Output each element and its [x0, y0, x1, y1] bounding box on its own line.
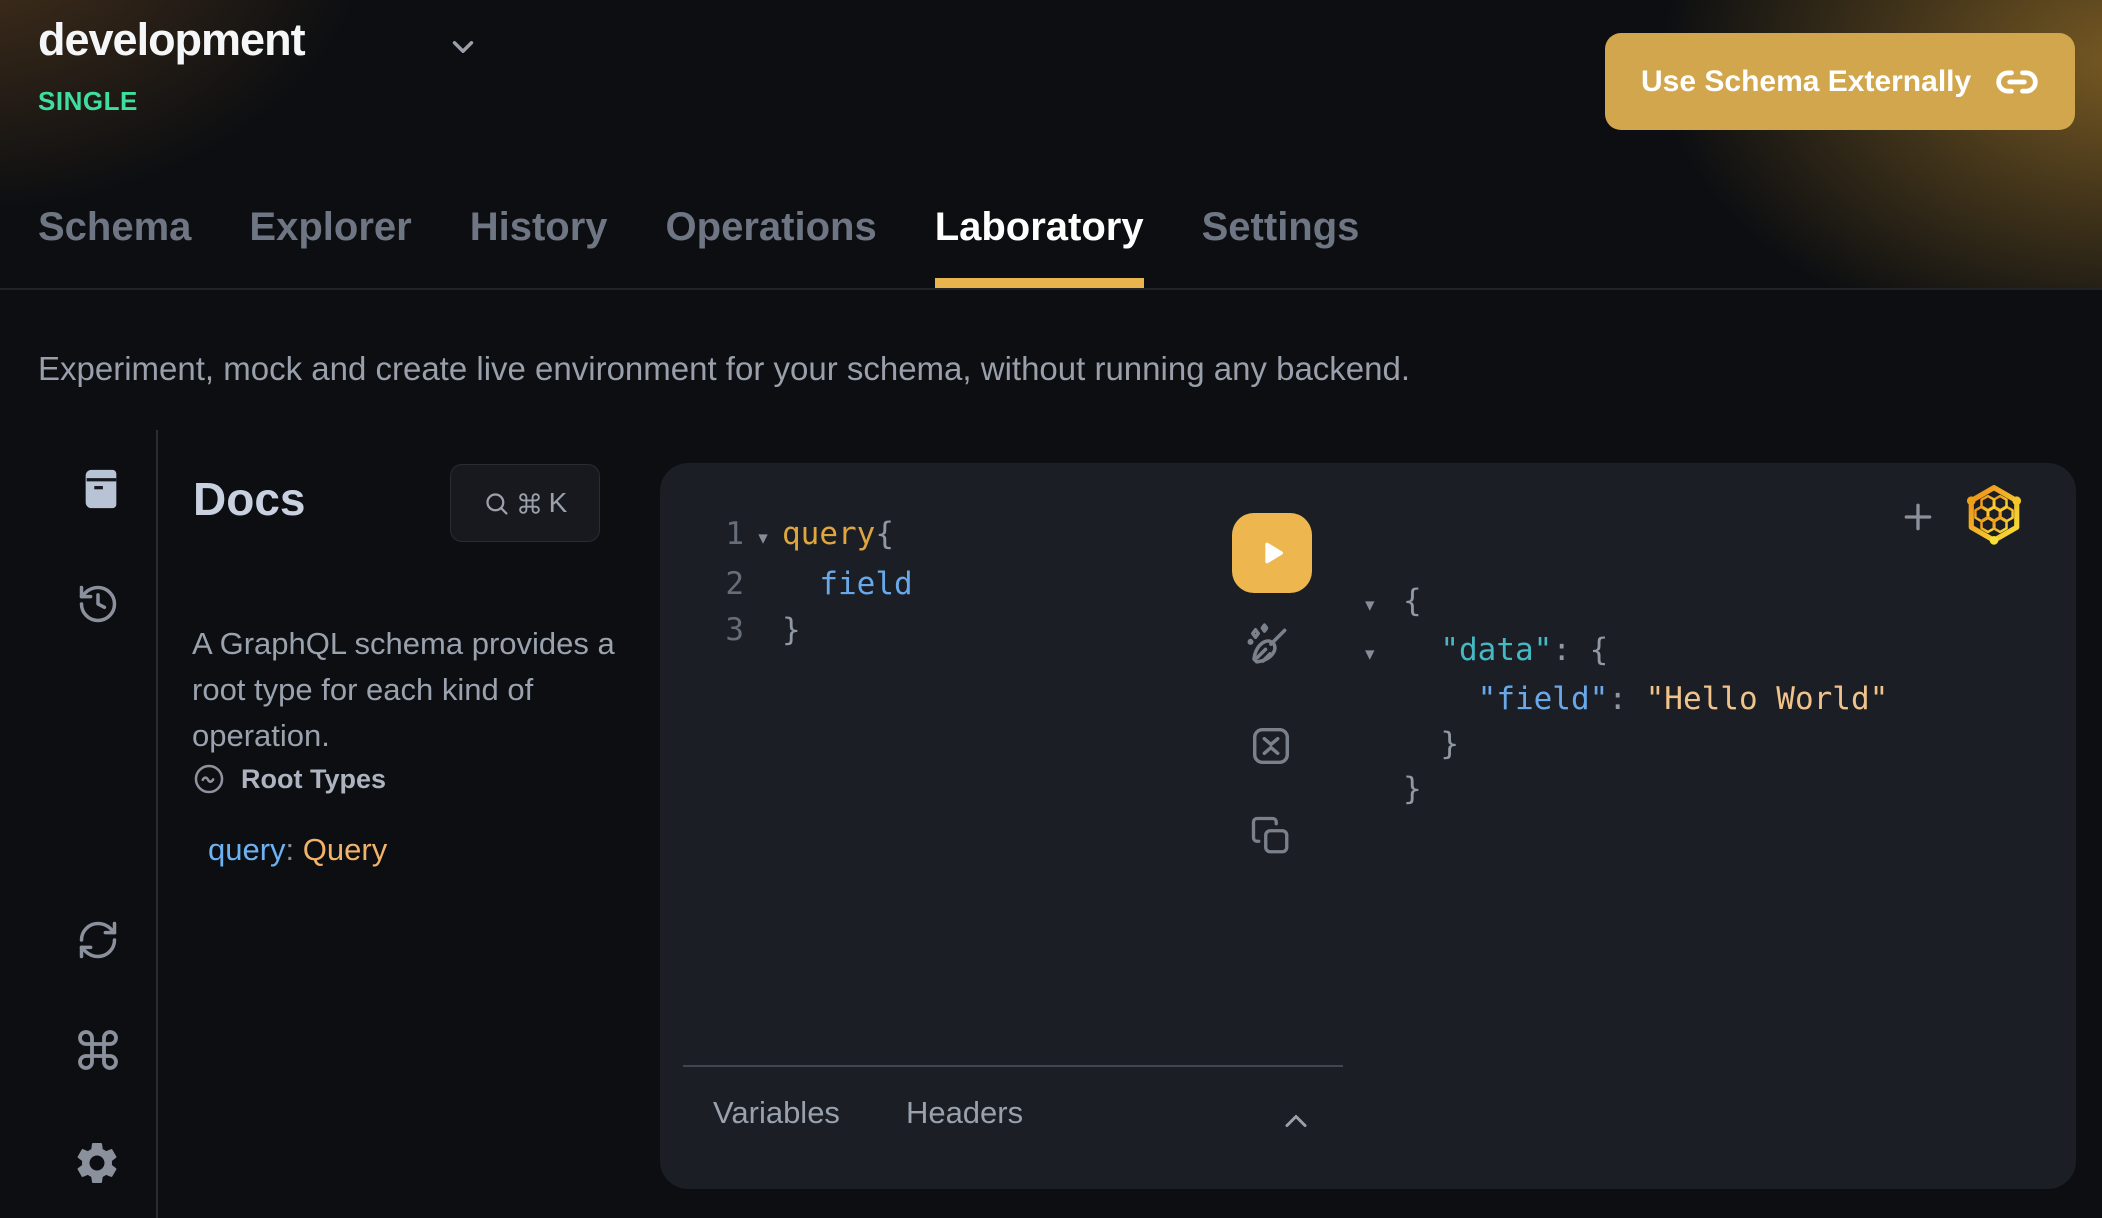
line-number: 2 [712, 561, 744, 607]
sidebar-divider [156, 430, 158, 1218]
search-icon [483, 490, 510, 517]
prettify-query-button[interactable] [1243, 621, 1293, 671]
search-shortcut-key: K [549, 487, 568, 519]
headers-tab[interactable]: Headers [906, 1095, 1023, 1131]
sidebar-item-docs[interactable] [78, 466, 124, 512]
response-key: "field" [1478, 677, 1609, 722]
circled-tilde-icon [192, 762, 226, 796]
root-types-section-header: Root Types [192, 762, 386, 796]
code-line: 1 ▾ query{ [712, 511, 913, 561]
target-nav-tabs: Schema Explorer History Operations Labor… [0, 205, 1359, 288]
code-brace: } [782, 607, 801, 653]
response-line: ▾ { [1365, 579, 1888, 628]
response-line: } [1365, 767, 1888, 812]
line-number: 3 [712, 607, 744, 653]
execute-query-button[interactable] [1232, 513, 1312, 593]
code-brace: { [875, 511, 894, 557]
query-editor[interactable]: 1 ▾ query{ 2 field 3 } [712, 511, 913, 653]
response-brace: } [1403, 722, 1459, 767]
docs-description: A GraphQL schema provides a root type fo… [192, 621, 624, 759]
fold-toggle-icon[interactable]: ▾ [744, 515, 782, 561]
history-clock-icon [76, 582, 120, 626]
docs-panel-title: Docs [193, 472, 305, 526]
response-viewer: ▾ { ▾ "data": { "field": "Hello World" }… [1365, 579, 1888, 812]
editor-footer-tabs: Variables Headers [713, 1095, 1023, 1131]
sidebar-item-shortcuts[interactable] [74, 1026, 122, 1074]
response-line: } [1365, 722, 1888, 767]
add-tab-button[interactable] [1898, 497, 1938, 537]
use-schema-externally-label: Use Schema Externally [1641, 65, 1971, 99]
fold-toggle-icon[interactable]: ▾ [1365, 632, 1403, 677]
link-icon [1995, 60, 2039, 104]
code-keyword: query [782, 511, 875, 557]
tab-schema[interactable]: Schema [38, 205, 191, 288]
variables-tab[interactable]: Variables [713, 1095, 840, 1131]
code-line: 2 field [712, 561, 913, 607]
chevron-up-icon [1278, 1103, 1314, 1139]
fold-toggle-icon[interactable]: ▾ [1365, 583, 1403, 628]
sidebar-item-history[interactable] [76, 582, 120, 626]
response-line: ▾ "data": { [1365, 628, 1888, 677]
sidebar-item-settings[interactable] [72, 1138, 122, 1188]
root-type-value: Query [303, 832, 387, 867]
response-indent [1403, 628, 1440, 673]
merge-fragments-button[interactable] [1248, 723, 1294, 769]
response-brace: } [1403, 767, 1422, 812]
response-separator: : [1552, 628, 1589, 673]
page-description: Experiment, mock and create live environ… [38, 350, 1410, 388]
use-schema-externally-button[interactable]: Use Schema Externally [1605, 33, 2075, 130]
play-icon [1255, 536, 1289, 570]
response-string-value: "Hello World" [1646, 677, 1889, 722]
prettify-broom-icon [1243, 621, 1293, 671]
command-key-icon [74, 1026, 122, 1074]
docs-book-icon [78, 466, 124, 512]
laboratory-page: development SINGLE Use Schema Externally… [0, 0, 2102, 1218]
response-brace: { [1403, 579, 1422, 624]
response-separator: : [1608, 677, 1645, 722]
response-brace: { [1590, 628, 1609, 673]
docs-search-button[interactable]: K [450, 464, 600, 542]
plus-icon [1898, 497, 1938, 537]
collapse-footer-button[interactable] [1278, 1103, 1314, 1139]
tab-explorer[interactable]: Explorer [249, 205, 411, 288]
code-field: field [782, 561, 913, 607]
copy-query-button[interactable] [1250, 815, 1292, 857]
copy-icon [1250, 815, 1292, 857]
root-type-separator: : [286, 832, 303, 867]
root-type-query-link[interactable]: query: Query [208, 832, 387, 868]
editor-footer-divider [683, 1065, 1343, 1067]
sidebar-item-reload-schema[interactable] [76, 918, 120, 962]
tab-operations[interactable]: Operations [666, 205, 877, 288]
root-types-label: Root Types [241, 764, 386, 795]
project-selector[interactable]: development [38, 14, 305, 66]
root-type-name: query [208, 832, 286, 867]
chevron-down-icon[interactable] [446, 30, 480, 64]
tab-settings[interactable]: Settings [1202, 205, 1360, 288]
tab-laboratory[interactable]: Laboratory [935, 205, 1144, 288]
hive-hexagon-logo-icon [1963, 483, 2025, 545]
response-indent [1403, 677, 1478, 722]
code-line: 3 } [712, 607, 913, 653]
response-key: "data" [1440, 628, 1552, 673]
page-header: development SINGLE Use Schema Externally… [0, 0, 2102, 290]
tab-history[interactable]: History [470, 205, 608, 288]
project-type-badge: SINGLE [38, 86, 138, 117]
line-number: 1 [712, 511, 744, 557]
merge-icon [1248, 723, 1294, 769]
gear-icon [72, 1138, 122, 1188]
graphiql-panel: 1 ▾ query{ 2 field 3 } [660, 463, 2076, 1189]
response-line: "field": "Hello World" [1365, 677, 1888, 722]
command-key-icon [517, 491, 542, 516]
refresh-icon [76, 918, 120, 962]
